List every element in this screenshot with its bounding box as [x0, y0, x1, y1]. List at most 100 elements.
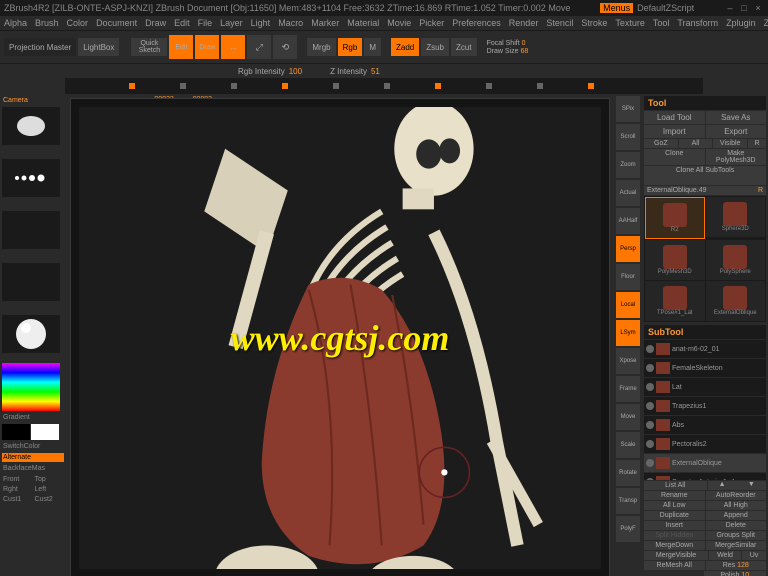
tool-item[interactable]: ExternalOblique — [706, 281, 766, 321]
menu-picker[interactable]: Picker — [419, 18, 444, 28]
menu-macro[interactable]: Macro — [278, 18, 303, 28]
mrgb-button[interactable]: Mrgb — [307, 38, 335, 56]
save-as-button[interactable]: Save As — [706, 111, 767, 124]
side-scroll-button[interactable]: Scroll — [616, 124, 640, 150]
menu-brush[interactable]: Brush — [35, 18, 59, 28]
menu-color[interactable]: Color — [67, 18, 89, 28]
viewport[interactable]: www.cgtsj.com — [70, 98, 610, 576]
menu-draw[interactable]: Draw — [145, 18, 166, 28]
goz-button[interactable]: GoZ — [644, 139, 678, 148]
all-low-button[interactable]: All Low — [644, 501, 705, 510]
menu-stencil[interactable]: Stencil — [546, 18, 573, 28]
remesh-button[interactable]: ReMesh All — [644, 561, 705, 570]
draw-size-value[interactable]: 68 — [520, 48, 528, 55]
delete-button[interactable]: Delete — [706, 521, 767, 530]
zsub-button[interactable]: Zsub — [421, 38, 449, 56]
zcut-button[interactable]: Zcut — [451, 38, 477, 56]
subtool-item[interactable]: FemaleSkeleton — [644, 359, 766, 378]
subtool-item[interactable]: Abs — [644, 416, 766, 435]
mergevisible-button[interactable]: MergeVisible — [644, 551, 708, 560]
groups-split-button[interactable]: Groups Split — [706, 531, 767, 540]
right-button[interactable]: Rght — [2, 485, 33, 494]
focal-shift-value[interactable]: 0 — [522, 40, 526, 47]
minimize-icon[interactable]: – — [724, 3, 736, 13]
side-actual-button[interactable]: Actual — [616, 180, 640, 206]
menu-transform[interactable]: Transform — [677, 18, 718, 28]
subtool-item[interactable]: anat-m6-02_01 — [644, 340, 766, 359]
swatch-black[interactable] — [2, 424, 30, 440]
menu-light[interactable]: Light — [251, 18, 271, 28]
menu-alpha[interactable]: Alpha — [4, 18, 27, 28]
goz-r-button[interactable]: R — [748, 139, 766, 148]
menu-tool[interactable]: Tool — [653, 18, 670, 28]
side-move-button[interactable]: Move — [616, 404, 640, 430]
side-lsym-button[interactable]: LSym — [616, 320, 640, 346]
color-picker[interactable] — [2, 363, 60, 411]
z-intensity-value[interactable]: 51 — [371, 67, 380, 76]
uv-button[interactable]: Uv — [742, 551, 766, 560]
menu-texture[interactable]: Texture — [615, 18, 645, 28]
load-tool-button[interactable]: Load Tool — [644, 111, 705, 124]
clone-button[interactable]: Clone — [644, 149, 705, 165]
export-button[interactable]: Export — [706, 125, 767, 138]
polish-slider[interactable]: Polish 10 — [704, 571, 767, 576]
subtool-item[interactable]: SerratusAnterior1_4 — [644, 473, 766, 480]
list-all-button[interactable]: List All — [644, 481, 707, 490]
side-rotate-button[interactable]: Rotate — [616, 460, 640, 486]
side-transp-button[interactable]: Transp — [616, 488, 640, 514]
goz-all-button[interactable]: All — [679, 139, 713, 148]
import-button[interactable]: Import — [644, 125, 705, 138]
m-button[interactable]: M — [364, 38, 381, 56]
brush-thumbnail[interactable] — [2, 107, 60, 145]
mergedown-button[interactable]: MergeDown — [644, 541, 705, 550]
edit-button[interactable]: Edit — [169, 35, 193, 59]
tool-item[interactable]: TPose#1_Lat — [645, 281, 705, 321]
cust1-button[interactable]: Cust1 — [2, 495, 33, 504]
side-polyf-button[interactable]: PolyF — [616, 516, 640, 542]
menu-material[interactable]: Material — [347, 18, 379, 28]
menu-zplugin[interactable]: Zplugin — [726, 18, 756, 28]
menu-document[interactable]: Document — [96, 18, 137, 28]
lightbox-button[interactable]: LightBox — [78, 38, 119, 56]
texture-thumbnail[interactable] — [2, 263, 60, 301]
maximize-icon[interactable]: □ — [738, 3, 750, 13]
zadd-button[interactable]: Zadd — [391, 38, 419, 56]
side-persp-button[interactable]: Persp — [616, 236, 640, 262]
tool-item[interactable]: PolyMesh3D — [645, 240, 705, 280]
weld-button[interactable]: Weld — [709, 551, 741, 560]
autoreorder-button[interactable]: AutoReorder — [706, 491, 767, 500]
insert-button[interactable]: Insert — [644, 521, 705, 530]
swatch-white[interactable] — [31, 424, 59, 440]
subtool-item[interactable]: Trapezius1 — [644, 397, 766, 416]
clone-all-subtools-button[interactable]: Clone All SubTools — [644, 166, 766, 185]
backfacemask-button[interactable]: BackfaceMas — [2, 464, 64, 473]
menu-file[interactable]: File — [198, 18, 213, 28]
current-tool-slider[interactable]: ExternalOblique.49R — [644, 186, 766, 195]
material-thumbnail[interactable] — [2, 315, 60, 353]
menu-layer[interactable]: Layer — [220, 18, 243, 28]
side-xpose-button[interactable]: Xpose — [616, 348, 640, 374]
make-polymesh-button[interactable]: Make PolyMesh3D — [706, 149, 767, 165]
subtool-item[interactable]: ExternalOblique — [644, 454, 766, 473]
side-scale-button[interactable]: Scale — [616, 432, 640, 458]
all-high-button[interactable]: All High — [706, 501, 767, 510]
tool-item[interactable]: PolySphere — [706, 240, 766, 280]
move-mode-button[interactable]: ↔ — [221, 35, 245, 59]
split-hidden-button[interactable]: Split Hidden — [644, 531, 705, 540]
scale-mode-button[interactable]: ⤢ — [247, 35, 271, 59]
mergesimilar-button[interactable]: MergeSimilar — [706, 541, 767, 550]
side-floor-button[interactable]: Floor — [616, 264, 640, 290]
left-button[interactable]: Left — [34, 485, 65, 494]
menu-marker[interactable]: Marker — [311, 18, 339, 28]
res-slider[interactable]: Res 128 — [706, 561, 767, 570]
close-icon[interactable]: × — [752, 3, 764, 13]
side-aahalf-button[interactable]: AAHalf — [616, 208, 640, 234]
rename-button[interactable]: Rename — [644, 491, 705, 500]
timeline[interactable]: 00022 00093 — [65, 78, 703, 94]
menu-zscript[interactable]: Zscript — [764, 18, 768, 28]
alpha-thumbnail[interactable] — [2, 211, 60, 249]
alternate-button[interactable]: Alternate — [2, 453, 64, 462]
menu-render[interactable]: Render — [509, 18, 539, 28]
tool-panel-header[interactable]: Tool — [644, 96, 766, 110]
cust2-button[interactable]: Cust2 — [34, 495, 65, 504]
